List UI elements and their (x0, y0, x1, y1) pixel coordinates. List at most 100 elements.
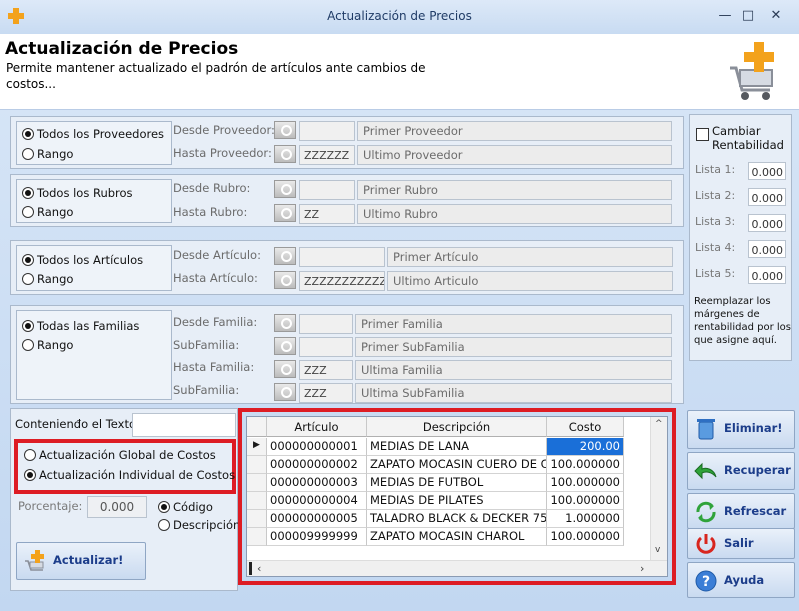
table-cell-descripcion[interactable]: TALADRO BLACK & DECKER 75 (367, 510, 547, 528)
lista2-input[interactable]: 0.000 (748, 188, 786, 206)
lookup-hasta-proveedor-icon[interactable] (274, 145, 296, 163)
cambiar-rentabilidad-checkbox[interactable] (696, 128, 709, 141)
radio-rango-proveedores[interactable]: Rango (22, 147, 73, 161)
desde-familia-code[interactable] (299, 314, 353, 334)
lista4-input[interactable]: 0.000 (748, 240, 786, 258)
row-selector[interactable] (247, 510, 267, 528)
row-selector[interactable] (247, 456, 267, 474)
table-cell-descripcion[interactable]: ZAPATO MOCASIN CUERO DE C (367, 456, 547, 474)
radio-todos-articulos[interactable]: Todos los Artículos (22, 253, 143, 267)
radio-dot-icon (24, 449, 36, 461)
ayuda-button[interactable]: ? Ayuda (687, 562, 795, 598)
table-cell-articulo[interactable]: 000000000004 (267, 492, 367, 510)
hasta-articulo-desc: Ultimo Articulo (387, 271, 673, 291)
lookup-hasta-articulo-icon[interactable] (274, 271, 296, 289)
lookup-desde-familia-icon[interactable] (274, 314, 296, 332)
lookup-desde-articulo-icon[interactable] (274, 247, 296, 265)
texto-input[interactable] (132, 413, 236, 437)
row-selector[interactable] (247, 492, 267, 510)
subfamilia2-code[interactable]: ZZZ (299, 383, 353, 403)
radio-todos-proveedores[interactable]: Todos los Proveedores (22, 127, 164, 141)
table-cell-costo[interactable]: 100.000000 (547, 492, 624, 510)
desde-rubro-code[interactable] (299, 180, 355, 200)
ayuda-label: Ayuda (724, 573, 765, 587)
salir-button[interactable]: Salir (687, 528, 795, 559)
desde-proveedor-code[interactable] (299, 121, 355, 141)
lista1-input[interactable]: 0.000 (748, 162, 786, 180)
desde-rubro-desc: Primer Rubro (357, 180, 672, 200)
radio-todos-rubros[interactable]: Todos los Rubros (22, 186, 133, 200)
hasta-proveedor-code[interactable]: ZZZZZZ (299, 145, 355, 165)
refrescar-button[interactable]: Refrescar (687, 493, 795, 529)
radio-individual-costos[interactable]: Actualización Individual de Costos (24, 468, 235, 482)
subfamilia1-label: SubFamilia: (173, 338, 240, 352)
lista5-input[interactable]: 0.000 (748, 266, 786, 284)
table-cell-descripcion[interactable]: MEDIAS DE PILATES (367, 492, 547, 510)
row-selector[interactable] (247, 474, 267, 492)
table-cell-articulo[interactable]: 000009999999 (267, 528, 367, 546)
lista4-label: Lista 4: (695, 241, 736, 254)
eliminar-button[interactable]: Eliminar! (687, 410, 795, 449)
desde-articulo-code[interactable] (299, 247, 385, 267)
radio-dot-icon (22, 206, 34, 218)
row-selector[interactable] (247, 528, 267, 546)
row-selector[interactable]: ▶ (247, 438, 267, 456)
maximize-button[interactable]: □ (737, 6, 759, 26)
minimize-button[interactable]: — (714, 6, 736, 26)
scroll-left-icon[interactable]: ‹ (257, 562, 261, 575)
actualizar-button[interactable]: Actualizar! (16, 542, 146, 580)
lookup-desde-rubro-icon[interactable] (274, 180, 296, 198)
scroll-down-icon[interactable]: v (655, 545, 660, 555)
hasta-rubro-code[interactable]: ZZ (299, 204, 355, 224)
lookup-hasta-familia-icon[interactable] (274, 360, 296, 378)
scroll-up-icon[interactable]: ^ (655, 419, 663, 429)
lookup-hasta-rubro-icon[interactable] (274, 204, 296, 222)
table-cell-costo[interactable]: 1.000000 (547, 510, 624, 528)
radio-global-costos[interactable]: Actualización Global de Costos (24, 448, 216, 462)
eliminar-label: Eliminar! (724, 421, 783, 435)
radio-dot-icon (22, 128, 34, 140)
radio-label: Todos los Rubros (37, 186, 133, 200)
lookup-desde-proveedor-icon[interactable] (274, 121, 296, 139)
table-cell-costo[interactable]: 100.000000 (547, 528, 624, 546)
radio-rango-familias[interactable]: Rango (22, 338, 73, 352)
lista3-input[interactable]: 0.000 (748, 214, 786, 232)
table-cell-costo[interactable]: 200.00 (547, 438, 624, 456)
hasta-familia-code[interactable]: ZZZ (299, 360, 353, 380)
vertical-scrollbar[interactable]: ^ v (650, 417, 667, 560)
radio-todas-familias[interactable]: Todas las Familias (22, 319, 139, 333)
radio-rango-articulos[interactable]: Rango (22, 272, 73, 286)
table-cell-articulo[interactable]: 000000000001 (267, 438, 367, 456)
hasta-articulo-code[interactable]: ZZZZZZZZZZZZ (299, 271, 385, 291)
radio-descripcion[interactable]: Descripción (158, 518, 240, 532)
recuperar-button[interactable]: Recuperar (687, 452, 795, 490)
table-cell-articulo[interactable]: 000000000003 (267, 474, 367, 492)
window-title: Actualización de Precios (327, 9, 472, 23)
table-cell-costo[interactable]: 100.000000 (547, 456, 624, 474)
table-cell-descripcion[interactable]: ZAPATO MOCASIN CHAROL (367, 528, 547, 546)
table-cell-articulo[interactable]: 000000000002 (267, 456, 367, 474)
table-cell-costo[interactable]: 100.000000 (547, 474, 624, 492)
scroll-right-icon[interactable]: › (640, 562, 644, 575)
lookup-subfamilia2-icon[interactable] (274, 383, 296, 401)
lookup-subfamilia1-icon[interactable] (274, 337, 296, 355)
col-header-costo[interactable]: Costo (547, 417, 624, 437)
porcentaje-input[interactable]: 0.000 (87, 496, 147, 518)
lista5-label: Lista 5: (695, 267, 736, 280)
scroll-thumb[interactable] (249, 562, 252, 575)
horizontal-scrollbar[interactable]: ‹ › (247, 560, 667, 576)
subfamilia2-desc: Ultima SubFamilia (355, 383, 672, 403)
radio-rango-rubros[interactable]: Rango (22, 205, 73, 219)
rentabilidad-note: Reemplazar los márgenes de rentabilidad … (694, 296, 791, 346)
close-button[interactable]: ✕ (765, 6, 787, 26)
radio-codigo[interactable]: Código (158, 500, 213, 514)
svg-text:?: ? (702, 574, 710, 590)
costos-grid[interactable]: Artículo Descripción Costo ▶ 00000000000… (246, 416, 668, 577)
col-header-articulo[interactable]: Artículo (267, 417, 367, 437)
table-cell-descripcion[interactable]: MEDIAS DE FUTBOL (367, 474, 547, 492)
hasta-articulo-label: Hasta Artículo: (173, 271, 258, 285)
col-header-descripcion[interactable]: Descripción (367, 417, 547, 437)
subfamilia1-code[interactable] (299, 337, 353, 357)
table-cell-articulo[interactable]: 000000000005 (267, 510, 367, 528)
table-cell-descripcion[interactable]: MEDIAS DE LANA (367, 438, 547, 456)
